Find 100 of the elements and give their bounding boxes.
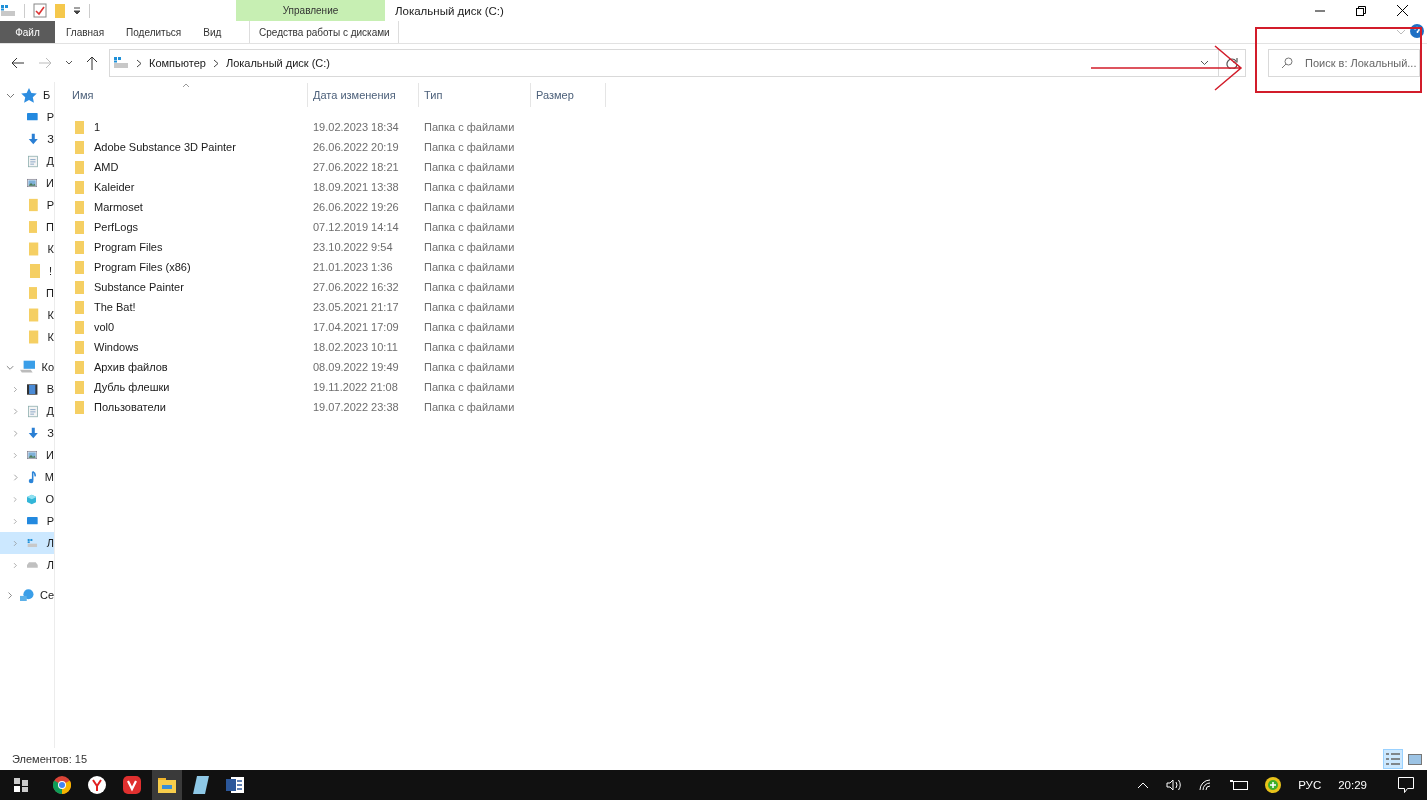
- breadcrumb[interactable]: Компьютер: [149, 57, 206, 69]
- file-name[interactable]: The Bat!: [94, 301, 136, 313]
- clock[interactable]: 20:29: [1338, 779, 1367, 791]
- file-name[interactable]: 1: [94, 121, 101, 133]
- window-title: Локальный диск (C:): [395, 4, 504, 17]
- nav-item[interactable]: Се: [0, 584, 54, 606]
- nav-item[interactable]: Л: [0, 532, 54, 554]
- nav-item[interactable]: Л: [0, 554, 54, 576]
- nav-item[interactable]: Р: [0, 106, 54, 128]
- column-header[interactable]: Имя: [72, 83, 308, 107]
- file-name[interactable]: vol0: [94, 321, 115, 333]
- file-name[interactable]: Пользователи: [94, 401, 166, 413]
- column-header[interactable]: Дата изменения: [308, 83, 419, 107]
- date-cell-text: 26.06.2022 19:26: [312, 201, 400, 213]
- nav-item[interactable]: !: [0, 260, 54, 282]
- column-header[interactable]: Тип: [419, 83, 531, 107]
- file-name[interactable]: Marmoset: [94, 201, 143, 213]
- app-icon[interactable]: [193, 776, 209, 794]
- chevron-icon[interactable]: [212, 58, 219, 68]
- nav-item[interactable]: З: [0, 422, 54, 444]
- file-name[interactable]: Program Files: [94, 241, 163, 253]
- recent-locations-icon[interactable]: [65, 60, 73, 66]
- collapsed-chevron-icon[interactable]: [6, 590, 14, 600]
- file-name[interactable]: Kaleider: [94, 181, 135, 193]
- breadcrumb[interactable]: Локальный диск (C:): [225, 57, 331, 69]
- file-name[interactable]: Substance Painter: [94, 281, 184, 293]
- chrome-icon[interactable]: [53, 776, 71, 794]
- nav-item[interactable]: Б: [0, 84, 54, 106]
- column-header[interactable]: Размер: [531, 83, 606, 107]
- file-name[interactable]: Program Files (x86): [94, 261, 191, 273]
- folder-icon: [75, 380, 84, 394]
- nav-item[interactable]: Р: [0, 194, 54, 216]
- folder-icon: [29, 242, 39, 256]
- nav-item[interactable]: И: [0, 444, 54, 466]
- file-explorer-icon[interactable]: [152, 770, 182, 800]
- context-group-label: Управление: [282, 5, 339, 16]
- properties-icon[interactable]: [33, 3, 47, 18]
- date-cell-text: 19.02.2023 18:34: [312, 121, 400, 133]
- plus-badge-icon[interactable]: [1265, 777, 1282, 793]
- folder-icon: [75, 400, 84, 414]
- file-name[interactable]: Дубль флешки: [94, 381, 170, 393]
- back-icon[interactable]: [11, 57, 25, 69]
- nav-item[interactable]: М: [0, 466, 54, 488]
- picture-icon: [27, 177, 38, 189]
- file-name[interactable]: Windows: [94, 341, 139, 353]
- folder-icon: [75, 340, 84, 354]
- close-icon[interactable]: [1397, 5, 1408, 16]
- nav-item[interactable]: П: [0, 282, 54, 304]
- speaker-icon[interactable]: [1166, 779, 1183, 791]
- dropdown-icon[interactable]: [73, 6, 81, 15]
- folder-icon: [29, 308, 39, 322]
- word-icon[interactable]: [226, 777, 244, 793]
- nav-item[interactable]: Д: [0, 400, 54, 422]
- language-indicator[interactable]: РУС: [1298, 779, 1322, 791]
- up-icon[interactable]: [86, 56, 98, 70]
- document-icon: [27, 153, 38, 169]
- refresh-button[interactable]: [1219, 49, 1246, 77]
- maximize-icon[interactable]: [1356, 5, 1366, 16]
- computer-icon: [20, 360, 36, 374]
- file-name[interactable]: PerfLogs: [94, 221, 139, 233]
- nav-item[interactable]: П: [0, 216, 54, 238]
- details-view-button[interactable]: [1383, 749, 1403, 769]
- nav-item[interactable]: И: [0, 172, 54, 194]
- nav-item[interactable]: К: [0, 326, 54, 348]
- drive-icon: [27, 537, 38, 549]
- chevron-icon[interactable]: [136, 58, 142, 68]
- ribbon-tab[interactable]: Вид: [192, 21, 233, 43]
- start-icon[interactable]: [14, 778, 28, 792]
- nav-item[interactable]: В: [0, 378, 54, 400]
- download-icon: [27, 426, 39, 440]
- address-bar[interactable]: Компьютер Локальный диск (C:): [109, 49, 1219, 77]
- nav-item[interactable]: К: [0, 238, 54, 260]
- ribbon-tab[interactable]: Поделиться: [115, 21, 193, 43]
- caret-up-icon[interactable]: [1137, 781, 1150, 789]
- file-name[interactable]: Adobe Substance 3D Painter: [94, 141, 236, 153]
- nav-item[interactable]: О: [0, 488, 54, 510]
- help-icon[interactable]: [1410, 24, 1424, 38]
- nav-item[interactable]: Ко: [0, 356, 54, 378]
- file-name[interactable]: Архив файлов: [94, 361, 168, 373]
- drive-icon[interactable]: [0, 4, 16, 17]
- folder-icon: [75, 220, 84, 234]
- folder-icon: [30, 264, 40, 278]
- type-cell-text: Папка с файлами: [423, 121, 516, 133]
- ribbon-tab[interactable]: Средства работы с дисками: [249, 21, 400, 43]
- search-field[interactable]: Поиск в: Локальный...: [1268, 49, 1420, 77]
- battery-icon[interactable]: [1230, 780, 1249, 790]
- browser-icon[interactable]: [88, 776, 106, 794]
- browser-icon[interactable]: [123, 776, 141, 794]
- folder-icon: [29, 330, 39, 344]
- ribbon-tab[interactable]: Файл: [0, 21, 55, 43]
- nav-item[interactable]: Р: [0, 510, 54, 532]
- nav-item[interactable]: Д: [0, 150, 54, 172]
- file-name[interactable]: AMD: [94, 161, 119, 173]
- nav-item[interactable]: З: [0, 128, 54, 150]
- notifications-icon[interactable]: [1398, 777, 1414, 793]
- dropdown-icon[interactable]: [1200, 60, 1209, 66]
- type-cell-text: Папка с файлами: [423, 361, 516, 373]
- type-cell-text: Папка с файлами: [423, 241, 516, 253]
- nav-item[interactable]: К: [0, 304, 54, 326]
- ribbon-tab[interactable]: Главная: [55, 21, 116, 43]
